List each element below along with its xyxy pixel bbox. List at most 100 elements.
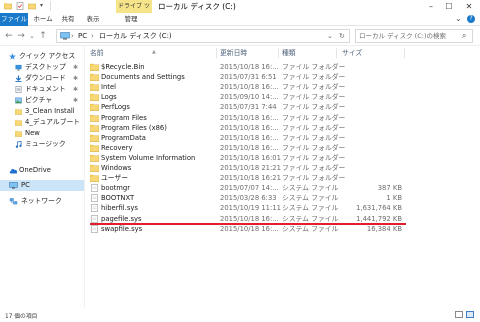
up-button[interactable]: ↑ [38,30,48,42]
file-row[interactable]: swapfile.sys 2015/10/18 16:... システム ファイル 16… [86,224,480,234]
qa-customize-icon[interactable]: ▾ [40,2,48,10]
file-row[interactable]: Program Files (x86) 2015/10/18 16:... ファイル… [86,123,480,133]
file-name: bootmgr [101,184,131,193]
nav-item-new[interactable]: New [0,128,84,139]
nav-item-clean-install[interactable]: 3_Clean Install [0,106,84,117]
tab-share[interactable]: 共有 [60,13,76,26]
file-name: ユーザー [101,174,129,183]
tab-manage[interactable]: 管理 [122,13,140,26]
music-icon [15,141,22,148]
file-row[interactable]: System Volume Information 2015/10/18 16:0… [86,153,480,163]
column-header-size[interactable]: サイズ [342,48,362,58]
file-modified-date: 2015/10/18 16:... [220,133,279,142]
file-name: swapfile.sys [101,224,143,233]
desktop-icon [15,64,22,71]
column-divider[interactable] [336,48,337,58]
folder-icon [90,104,99,112]
column-divider[interactable] [278,48,279,58]
minimize-button[interactable]: – [424,0,438,13]
folder-icon [90,124,99,132]
nav-item-downloads[interactable]: ダウンロード ✱ [0,73,84,84]
address-bar[interactable]: › PC › ローカル ディスク (C:) ⌄ ↻ [56,29,350,43]
file-row[interactable]: hiberfil.sys 2015/10/19 11:11 システム ファイル 1,6… [86,203,480,213]
help-icon[interactable]: ? [467,15,475,23]
file-size: 1,631,764 KB [356,204,402,213]
file-row[interactable]: ユーザー 2015/10/18 16:21 ファイル フォルダー [86,173,480,183]
file-modified-date: 2015/10/18 16:... [220,214,279,223]
sort-up-icon: ▲ [152,49,156,55]
file-modified-date: 2015/03/28 6:33 [220,194,277,203]
documents-icon [15,86,22,93]
pc-icon [60,32,70,40]
nav-item-network[interactable]: ネットワーク [0,196,84,207]
file-type: システム ファイル [282,184,339,193]
file-row[interactable]: PerfLogs 2015/07/31 7:44 ファイル フォルダー [86,102,480,112]
tab-view[interactable]: 表示 [84,13,102,26]
search-icon[interactable]: ⌕ [462,30,466,42]
navigation-pane: クイック アクセス デスクトップ ✱ ダウンロード ✱ ドキュメント ✱ ピクチ… [0,46,84,308]
search-box[interactable]: ⌕ [355,29,473,43]
nav-item-pictures[interactable]: ピクチャ ✱ [0,95,84,106]
maximize-button[interactable]: ☐ [442,0,456,13]
back-button[interactable]: ← [4,30,14,42]
pane-divider[interactable] [84,46,85,308]
file-row[interactable]: pagefile.sys 2015/10/18 16:... システム ファイル 1,… [86,214,480,224]
column-divider[interactable] [404,48,405,58]
search-input[interactable] [359,30,457,42]
nav-item-pc[interactable]: PC [0,180,84,191]
nav-item-quick-access[interactable]: クイック アクセス [0,51,84,62]
file-modified-date: 2015/10/18 16:... [220,83,279,92]
folder-icon [90,134,99,142]
forward-button[interactable]: → [16,30,26,42]
nav-item-dual-boot[interactable]: 4_デュアルブート [0,117,84,128]
refresh-icon[interactable]: ↻ [339,30,345,42]
file-row[interactable]: BOOTNXT 2015/03/28 6:33 システム ファイル 1 KB [86,193,480,203]
folder-icon[interactable] [4,2,12,10]
highlight-underline [90,223,406,225]
nav-item-music[interactable]: ミュージック [0,139,84,150]
properties-icon[interactable] [16,2,24,10]
nav-item-documents[interactable]: ドキュメント ✱ [0,84,84,95]
nav-item-desktop[interactable]: デスクトップ ✱ [0,62,84,73]
tab-home[interactable]: ホーム [32,13,54,26]
large-icons-view-icon[interactable] [466,311,474,318]
file-row[interactable]: ProgramData 2015/10/18 16:... ファイル フォルダー [86,133,480,143]
details-view-icon[interactable] [455,311,463,318]
breadcrumb-pc[interactable]: PC [78,30,87,42]
ribbon-expand-icon[interactable]: ⌄ [455,14,462,23]
pin-icon: ✱ [73,75,79,82]
column-header-type[interactable]: 種類 [282,48,296,58]
star-icon [9,53,16,60]
address-dropdown-icon[interactable]: ⌄ [327,30,333,42]
file-list: 名前 ▲ 更新日時 種類 サイズ $Recycle.Bin 2015/10/18 … [86,46,480,308]
file-modified-date: 2015/10/18 16:... [220,224,279,233]
nav-item-onedrive[interactable]: OneDrive [0,165,84,176]
file-type: ファイル フォルダー [282,83,346,92]
file-type: ファイル フォルダー [282,123,346,132]
column-header-date[interactable]: 更新日時 [220,48,247,58]
close-button[interactable]: ✕ [462,0,476,13]
file-row[interactable]: $Recycle.Bin 2015/10/18 16:... ファイル フォルダー [86,62,480,72]
column-header-name[interactable]: 名前 ▲ [90,48,156,58]
folder-icon [15,130,22,137]
file-row[interactable]: bootmgr 2015/07/07 14:... システム ファイル 387 KB [86,183,480,193]
file-row[interactable]: Logs 2015/09/10 14:... ファイル フォルダー [86,92,480,102]
network-icon [9,198,18,205]
recent-locations-button[interactable]: ⌄ [27,30,37,42]
breadcrumb-local-disk[interactable]: ローカル ディスク (C:) [99,30,172,42]
file-type: ファイル フォルダー [282,174,346,183]
file-type: ファイル フォルダー [282,153,346,162]
folder-icon [90,94,99,102]
new-folder-icon[interactable] [28,2,36,10]
file-name: $Recycle.Bin [101,63,145,71]
file-row[interactable]: Recovery 2015/10/18 16:... ファイル フォルダー [86,143,480,153]
file-row[interactable]: Program Files 2015/10/18 16:... ファイル フォルダー [86,113,480,123]
pin-icon: ✱ [73,64,79,71]
file-row[interactable]: Documents and Settings 2015/07/31 6:51 ファイ… [86,72,480,82]
tab-file[interactable]: ファイル [0,13,28,26]
file-row[interactable]: Intel 2015/10/18 16:... ファイル フォルダー [86,82,480,92]
file-type: ファイル フォルダー [282,113,346,122]
file-row[interactable]: Windows 2015/10/18 21:21 ファイル フォルダー [86,163,480,173]
drive-tools-context-tab[interactable]: ドライブ ツール [116,0,152,23]
column-divider[interactable] [216,48,217,58]
